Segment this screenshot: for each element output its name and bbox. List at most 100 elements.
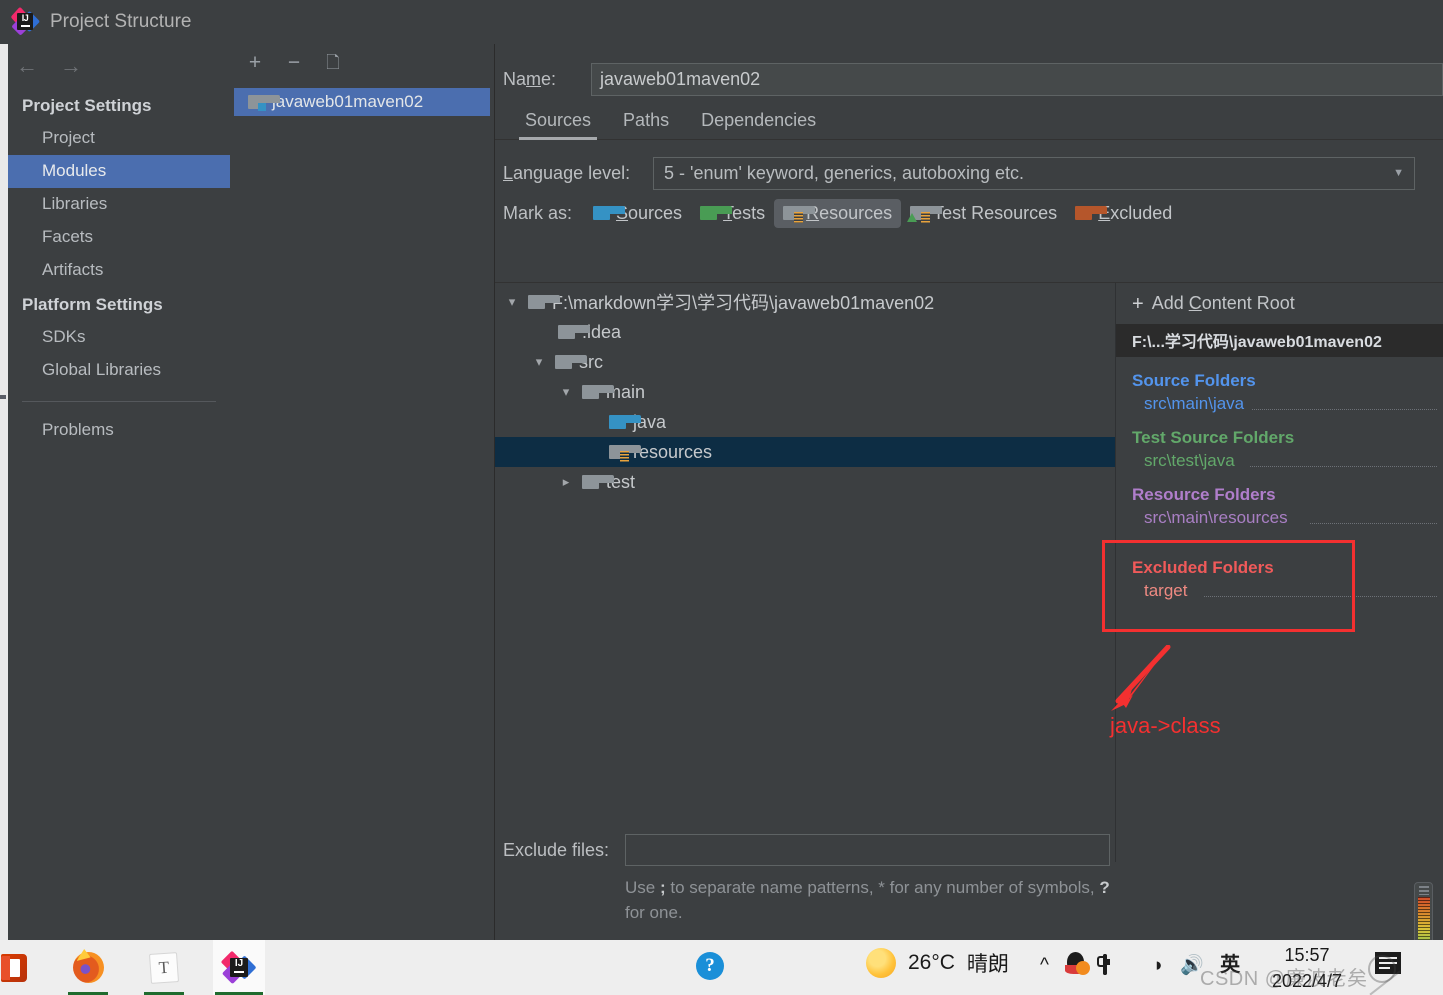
tree-node-resources[interactable]: ▾ resources xyxy=(495,437,1115,467)
battery-charging-icon[interactable] xyxy=(1102,954,1107,975)
mark-as-sources-button[interactable]: Sources xyxy=(584,199,691,228)
intellij-idea-logo-icon: IJ xyxy=(10,6,41,36)
volume-icon[interactable]: 🔊 xyxy=(1180,956,1204,975)
copy-icon[interactable]: 🗋 xyxy=(322,54,344,71)
source-folder-item[interactable]: src\main\java xyxy=(1132,394,1443,414)
chevron-down-icon[interactable]: ▾ xyxy=(530,354,548,370)
mark-as-test-resources-button[interactable]: Test Resources xyxy=(901,199,1066,228)
module-list-item[interactable]: javaweb01maven02 xyxy=(234,88,490,116)
sidebar-item-facets[interactable]: Facets xyxy=(8,221,230,254)
background-window-sliver xyxy=(0,0,8,940)
weather-condition: 晴朗 xyxy=(966,953,1009,976)
tree-node-content-root[interactable]: ▾ F:\markdown学习\学习代码\javaweb01maven02 xyxy=(495,287,1115,317)
minus-icon[interactable]: − xyxy=(283,52,305,73)
module-name-input[interactable]: javaweb01maven02 xyxy=(591,62,1443,96)
tab-paths[interactable]: Paths xyxy=(607,110,685,139)
resource-folders-group: Resource Folders src\main\resources xyxy=(1116,471,1443,528)
tree-node-java[interactable]: ▾ java xyxy=(495,407,1115,437)
sidebar-item-sdks[interactable]: SDKs xyxy=(8,321,230,354)
resource-folder-item[interactable]: src\main\resources xyxy=(1132,508,1443,528)
wifi-icon[interactable]: ◗ xyxy=(1153,956,1164,975)
sidebar-item-global-libraries[interactable]: Global Libraries xyxy=(8,354,230,387)
chevron-down-icon[interactable]: ▾ xyxy=(503,294,521,310)
office-icon xyxy=(1,953,27,982)
content-root-details-panel: + Add Content Root F:\...学习代码\javaweb01m… xyxy=(1115,282,1443,862)
tree-node-test[interactable]: ▸ test xyxy=(495,467,1115,497)
module-name-row: Name: javaweb01maven02 xyxy=(495,44,1443,100)
taskbar-weather-widget[interactable]: 26°C 晴朗 xyxy=(866,948,1009,978)
resource-folders-title: Resource Folders xyxy=(1132,485,1276,504)
ime-indicator[interactable]: 英 xyxy=(1220,955,1240,975)
module-tabs: Sources Paths Dependencies xyxy=(495,100,1443,140)
folder-icon xyxy=(582,385,614,399)
modules-list-panel: + − 🗋 javaweb01maven02 xyxy=(230,44,495,940)
chevron-up-icon[interactable]: ^ xyxy=(1040,956,1049,975)
excluded-folders-title: Excluded Folders xyxy=(1132,558,1274,577)
weather-temperature: 26°C xyxy=(908,951,955,974)
module-name-label: javaweb01maven02 xyxy=(272,92,424,111)
sidebar-nav-toolbar: ← → xyxy=(8,44,230,88)
tree-indent-spacer: ▾ xyxy=(533,324,551,340)
notification-icon[interactable] xyxy=(1375,952,1401,974)
taskbar-clock[interactable]: 15:57 2022/4/7 xyxy=(1252,940,1362,994)
tab-sources[interactable]: Sources xyxy=(509,110,607,140)
sidebar-divider xyxy=(22,401,216,402)
clock-date: 2022/4/7 xyxy=(1271,971,1343,991)
taskbar-app-intellij[interactable]: IJ xyxy=(213,940,265,995)
arrow-right-icon[interactable]: → xyxy=(60,55,82,77)
dialog-titlebar: IJ Project Structure xyxy=(0,0,1443,44)
clock-time: 15:57 xyxy=(1284,945,1330,965)
sidebar-item-project[interactable]: Project xyxy=(8,122,230,155)
add-content-root-button[interactable]: + Add Content Root xyxy=(1116,283,1443,324)
help-icon[interactable]: ? xyxy=(696,952,724,980)
tree-node-src[interactable]: ▾ src xyxy=(495,347,1115,377)
taskbar-app-office[interactable] xyxy=(0,940,40,995)
folder-resources-icon xyxy=(609,445,641,462)
tree-indent-spacer: ▾ xyxy=(584,444,602,460)
tree-indent-spacer: ▾ xyxy=(584,414,602,430)
tab-dependencies[interactable]: Dependencies xyxy=(685,110,832,139)
mark-as-resources-button[interactable]: Resources xyxy=(774,198,902,228)
sidebar-item-artifacts[interactable]: Artifacts xyxy=(8,254,230,287)
excluded-folder-item[interactable]: target xyxy=(1132,581,1443,601)
sidebar-item-problems[interactable]: Problems xyxy=(8,414,230,447)
mark-as-tests-button[interactable]: Tests xyxy=(691,199,774,228)
folder-icon xyxy=(555,355,587,369)
sidebar-group-platform-settings: Platform Settings xyxy=(22,295,163,314)
dialog-title: Project Structure xyxy=(50,11,192,32)
language-level-value: 5 - 'enum' keyword, generics, autoboxing… xyxy=(664,162,1025,183)
tree-node-idea[interactable]: ▾ .idea xyxy=(495,317,1115,347)
tree-node-main[interactable]: ▾ main xyxy=(495,377,1115,407)
chevron-down-icon: ▼ xyxy=(1393,166,1404,179)
language-level-row: Language level: 5 - 'enum' keyword, gene… xyxy=(495,140,1443,192)
folder-icon xyxy=(558,325,590,339)
mark-as-excluded-button[interactable]: Excluded xyxy=(1066,199,1181,228)
sidebar-item-libraries[interactable]: Libraries xyxy=(8,188,230,221)
chevron-right-icon[interactable]: ▸ xyxy=(557,474,575,490)
settings-sidebar: ← → Project Settings Project Modules Lib… xyxy=(8,44,230,940)
exclude-files-input[interactable] xyxy=(625,834,1110,866)
content-root-path-header: F:\...学习代码\javaweb01maven02 xyxy=(1116,324,1443,357)
module-editor-panel: Name: javaweb01maven02 Sources Paths Dep… xyxy=(495,44,1443,978)
folder-excluded-icon xyxy=(1075,206,1108,220)
chevron-down-icon[interactable]: ▾ xyxy=(557,384,575,400)
taskbar-app-firefox[interactable] xyxy=(62,940,114,995)
screen: IJ Project Structure ← → Project Setting… xyxy=(0,0,1443,995)
intellij-idea-icon: IJ xyxy=(220,950,257,984)
folder-test-resources-icon xyxy=(907,206,943,223)
plus-icon[interactable]: + xyxy=(244,52,266,73)
test-source-folder-item[interactable]: src\test\java xyxy=(1132,451,1443,471)
taskbar-app-typora[interactable]: T xyxy=(138,940,190,995)
source-folders-title: Source Folders xyxy=(1132,371,1256,390)
modules-toolbar: + − 🗋 xyxy=(230,44,494,80)
language-level-select[interactable]: 5 - 'enum' keyword, generics, autoboxing… xyxy=(653,156,1415,190)
qq-icon[interactable] xyxy=(1064,952,1090,978)
folder-sources-icon xyxy=(609,415,641,429)
folder-tests-icon xyxy=(700,206,733,220)
background-window-accent xyxy=(0,395,6,399)
folder-sources-icon xyxy=(593,206,626,220)
language-level-label: Language level: xyxy=(503,162,631,183)
arrow-left-icon[interactable]: ← xyxy=(16,55,38,77)
mark-as-toolbar: Mark as: Sources Tests Resources Test Re… xyxy=(495,192,1443,234)
sidebar-item-modules[interactable]: Modules xyxy=(8,155,230,188)
